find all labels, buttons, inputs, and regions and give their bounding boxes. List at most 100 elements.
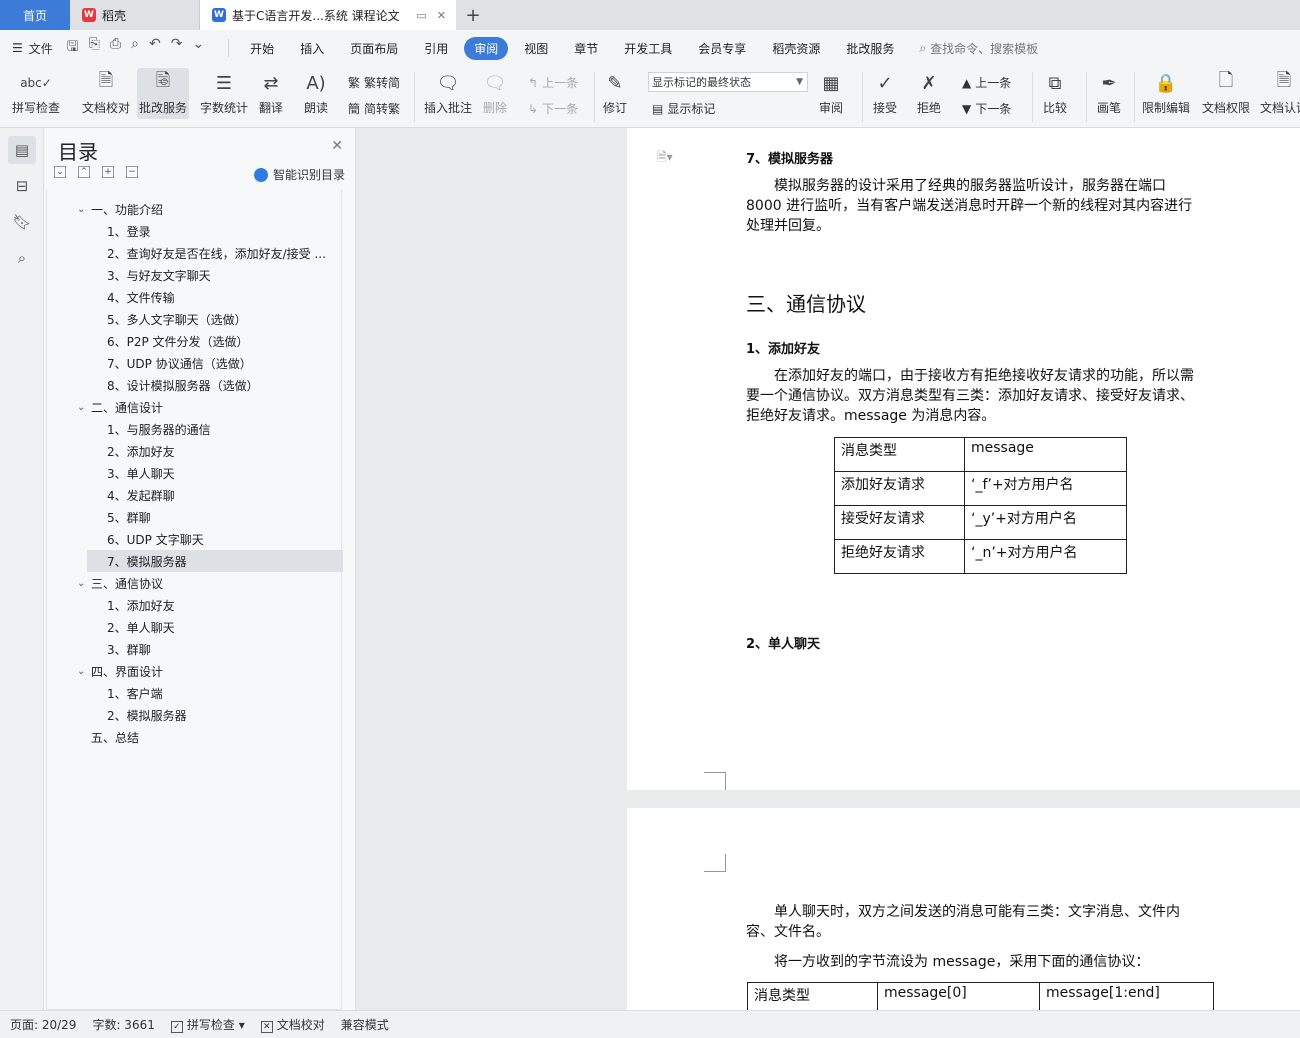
collapse-all-icon[interactable]: ⌄: [54, 166, 66, 178]
reject-button[interactable]: ✗ 拒绝: [916, 70, 942, 116]
toc-subheading[interactable]: 4、文件传输: [47, 286, 341, 308]
compare-button[interactable]: ⧉ 比较: [1042, 70, 1068, 116]
doc-cert-button[interactable]: 🗎 文档认证: [1260, 70, 1300, 116]
toc-subheading[interactable]: 5、群聊: [47, 506, 341, 528]
toc-subheading[interactable]: 6、P2P 文件分发（选做）: [47, 330, 341, 352]
page-indicator[interactable]: 页面: 20/29: [10, 1016, 76, 1033]
toc-heading[interactable]: ⌄ 三、通信协议: [47, 572, 341, 594]
tab-wps-label: 稻壳: [102, 8, 127, 23]
menu-tab-member[interactable]: 会员专享: [688, 37, 756, 60]
search-icon[interactable]: ⌕: [8, 244, 36, 272]
tab-home[interactable]: 首页: [0, 0, 70, 30]
expand-all-icon[interactable]: ⌃: [78, 166, 90, 178]
menu-tab-developer[interactable]: 开发工具: [614, 37, 682, 60]
show-markup-button[interactable]: ▤ 显示标记: [652, 100, 715, 117]
export-icon[interactable]: ⎘: [89, 36, 100, 60]
new-tab-button[interactable]: +: [456, 0, 490, 30]
add-heading-icon[interactable]: +: [102, 166, 114, 178]
chapter-nav-icon[interactable]: ⊟: [8, 172, 36, 200]
file-menu[interactable]: ☰ 文件: [12, 40, 53, 57]
doc-permission-button[interactable]: 🗋 文档权限: [1202, 70, 1250, 116]
document-area: 🗎▾ 7、模拟服务器 模拟服务器的设计采用了经典的服务器监听设计，服务器在端口 …: [356, 128, 1300, 1010]
chevron-down-icon[interactable]: ⌄: [77, 402, 85, 413]
command-search[interactable]: ⌕ 查找命令、搜索模板: [919, 40, 1038, 57]
menu-tab-view[interactable]: 视图: [514, 37, 558, 60]
word-count-indicator[interactable]: 字数: 3661: [92, 1016, 154, 1033]
toc-subheading[interactable]: 1、添加好友: [47, 594, 341, 616]
menu-tab-docer[interactable]: 稻壳资源: [762, 37, 830, 60]
tab-wps[interactable]: W 稻壳: [70, 0, 200, 30]
undo-icon[interactable]: ↶: [149, 36, 161, 60]
menu-tab-layout[interactable]: 页面布局: [340, 37, 408, 60]
menu-tab-section[interactable]: 章节: [564, 37, 608, 60]
toc-subheading[interactable]: 7、模拟服务器: [87, 550, 343, 572]
spell-check-status[interactable]: ✓ 拼写检查 ▾: [170, 1016, 245, 1033]
read-aloud-button[interactable]: A) 朗读: [303, 70, 329, 116]
doc-proof-button[interactable]: 🗎 文档校对: [82, 70, 130, 116]
smart-toc-button[interactable]: 智能识别目录: [253, 166, 345, 183]
prev-change-button[interactable]: ▲ 上一条: [962, 74, 1011, 91]
menu-tab-references[interactable]: 引用: [414, 37, 458, 60]
menu-tab-insert[interactable]: 插入: [290, 37, 334, 60]
tab-pin-icon[interactable]: ▭: [416, 9, 426, 22]
toc-subheading[interactable]: 6、UDP 文字聊天: [47, 528, 341, 550]
next-change-button[interactable]: ▼ 下一条: [962, 100, 1011, 117]
word-count-button[interactable]: ☰ 字数统计: [200, 70, 248, 116]
page-menu-icon[interactable]: 🗎▾: [657, 148, 673, 169]
chevron-down-icon[interactable]: ⌄: [77, 666, 85, 677]
ribbon-separator: [1032, 72, 1033, 122]
delete-comment-button[interactable]: 🗨 删除: [482, 70, 508, 116]
toc-subheading[interactable]: 2、添加好友: [47, 440, 341, 462]
toc-subheading[interactable]: 4、发起群聊: [47, 484, 341, 506]
close-icon[interactable]: ✕: [331, 138, 343, 154]
prev-comment-button[interactable]: ↰ 上一条: [528, 74, 578, 91]
toc-heading[interactable]: 五、总结: [47, 726, 341, 748]
toc-subheading[interactable]: 3、群聊: [47, 638, 341, 660]
spell-check-button[interactable]: abc✓ 拼写检查: [12, 70, 60, 116]
toc-panel-icon[interactable]: ▤: [8, 136, 36, 164]
accept-button[interactable]: ✓ 接受: [872, 70, 898, 116]
toc-subheading[interactable]: 1、登录: [47, 220, 341, 242]
insert-comment-button[interactable]: 🗨 插入批注: [424, 70, 472, 116]
toc-heading[interactable]: ⌄ 四、界面设计: [47, 660, 341, 682]
toc-subheading[interactable]: 7、UDP 协议通信（选做）: [47, 352, 341, 374]
print-preview-icon[interactable]: ⌕: [131, 36, 139, 60]
correction-service-button[interactable]: 🗟 批改服务: [137, 68, 190, 119]
menu-tab-correction[interactable]: 批改服务: [836, 37, 904, 60]
more-icon[interactable]: ⌄: [192, 36, 204, 60]
review-pane-button[interactable]: ▦ 审阅: [818, 70, 844, 116]
toc-subheading[interactable]: 3、与好友文字聊天: [47, 264, 341, 286]
restrict-edit-button[interactable]: 🔒 限制编辑: [1142, 70, 1190, 116]
save-icon[interactable]: 🖫: [67, 36, 79, 60]
toc-subheading[interactable]: 2、单人聊天: [47, 616, 341, 638]
toc-item-label: 二、通信设计: [91, 400, 164, 415]
redo-icon[interactable]: ↷: [171, 36, 183, 60]
doc-proof-status[interactable]: ✕ 文档校对: [260, 1016, 325, 1033]
toc-subheading[interactable]: 8、设计模拟服务器（选做）: [47, 374, 341, 396]
toc-subheading[interactable]: 3、单人聊天: [47, 462, 341, 484]
remove-heading-icon[interactable]: −: [126, 166, 138, 178]
markup-state-select[interactable]: 显示标记的最终状态 ▼: [648, 72, 808, 92]
toc-subheading[interactable]: 1、客户端: [47, 682, 341, 704]
toc-subheading[interactable]: 2、查询好友是否在线，添加好友/接受 ...: [47, 242, 341, 264]
tab-close-icon[interactable]: ✕: [437, 9, 446, 22]
trad-to-simp-button[interactable]: 繁 繁转简: [348, 74, 400, 91]
menu-tab-start[interactable]: 开始: [240, 37, 284, 60]
toc-subheading[interactable]: 1、与服务器的通信: [47, 418, 341, 440]
translate-button[interactable]: ⇄ 翻译: [258, 70, 284, 116]
toc-heading[interactable]: ⌄ 二、通信设计: [47, 396, 341, 418]
chevron-down-icon[interactable]: ⌄: [77, 204, 85, 215]
bookmark-icon[interactable]: 🔖︎: [8, 208, 36, 236]
doc-proof-label: 文档校对: [82, 101, 131, 115]
toc-subheading[interactable]: 5、多人文字聊天（选做）: [47, 308, 341, 330]
toc-subheading[interactable]: 2、模拟服务器: [47, 704, 341, 726]
revise-button[interactable]: ✎ 修订: [602, 70, 628, 116]
toc-heading[interactable]: ⌄ 一、功能介绍: [47, 198, 341, 220]
next-comment-button[interactable]: ↳ 下一条: [528, 100, 578, 117]
simp-to-trad-button[interactable]: 簡 简转繁: [348, 100, 400, 117]
print-icon[interactable]: ⎙: [110, 36, 121, 60]
chevron-down-icon[interactable]: ⌄: [77, 578, 85, 589]
pen-button[interactable]: ✒ 画笔: [1096, 70, 1122, 116]
menu-tab-review[interactable]: 审阅: [464, 36, 509, 60]
tab-document[interactable]: W 基于C语言开发...系统 课程论文 ▭ ✕: [200, 0, 456, 30]
